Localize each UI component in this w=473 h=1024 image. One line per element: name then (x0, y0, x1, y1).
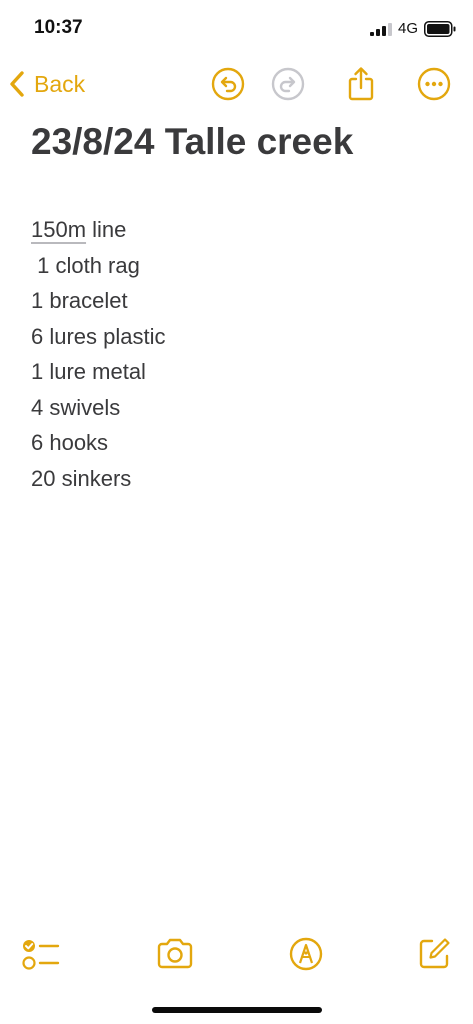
note-line[interactable]: 6 lures plastic (31, 319, 451, 355)
status-time: 10:37 (34, 17, 83, 38)
compose-button[interactable] (412, 932, 456, 976)
note-line[interactable]: 1 cloth rag (31, 248, 451, 284)
redo-button[interactable] (269, 65, 307, 103)
battery-icon (424, 21, 456, 37)
camera-button[interactable] (153, 932, 197, 976)
note-line-text: 1 bracelet (31, 288, 128, 313)
note-line[interactable]: 6 hooks (31, 425, 451, 461)
note-line-text: 1 lure metal (31, 359, 146, 384)
share-icon (348, 67, 374, 101)
undo-button[interactable] (209, 65, 247, 103)
note-title[interactable]: 23/8/24 Talle creek (31, 121, 353, 163)
note-line-text: 1 cloth rag (31, 252, 140, 278)
share-button[interactable] (342, 65, 380, 103)
note-line[interactable]: 1 bracelet (31, 283, 451, 319)
notes-screen: 10:37 4G Back 23/8/24 Talle creek 150m l… (0, 0, 473, 1024)
back-button[interactable]: Back (8, 62, 85, 106)
compose-icon (419, 938, 450, 969)
undo-icon (211, 67, 245, 101)
back-label: Back (34, 70, 86, 97)
camera-icon (157, 938, 193, 969)
note-line-text: 4 swivels (31, 394, 121, 420)
note-toolbar: Back (0, 60, 473, 108)
note-line[interactable]: 20 sinkers (31, 461, 451, 497)
chevron-left-icon (10, 71, 24, 97)
note-line[interactable]: 150m line (31, 212, 451, 248)
home-indicator[interactable] (152, 1007, 322, 1013)
checklist-button[interactable] (19, 932, 63, 976)
status-bar: 10:37 4G (0, 0, 473, 58)
note-line[interactable]: 1 lure metal (31, 354, 451, 390)
note-line-text: 6 hooks (31, 430, 109, 455)
note-body[interactable]: 150m line 1 cloth rag 1 bracelet 6 lures… (31, 212, 451, 496)
note-line-text: 6 lures plastic (31, 323, 166, 349)
more-options-button[interactable] (415, 65, 453, 103)
markup-pen-icon (289, 937, 323, 971)
network-type-label: 4G (398, 20, 419, 37)
note-line[interactable]: 4 swivels (31, 390, 451, 426)
cellular-signal-icon (370, 23, 392, 36)
markup-button[interactable] (284, 932, 328, 976)
note-line-text: line (86, 217, 127, 242)
redo-icon (271, 67, 305, 101)
more-icon (417, 67, 451, 101)
bottom-toolbar (0, 930, 473, 978)
note-line-text: 20 sinkers (31, 465, 132, 491)
note-line-prefix: 150m (31, 217, 87, 242)
checklist-icon (22, 940, 60, 970)
